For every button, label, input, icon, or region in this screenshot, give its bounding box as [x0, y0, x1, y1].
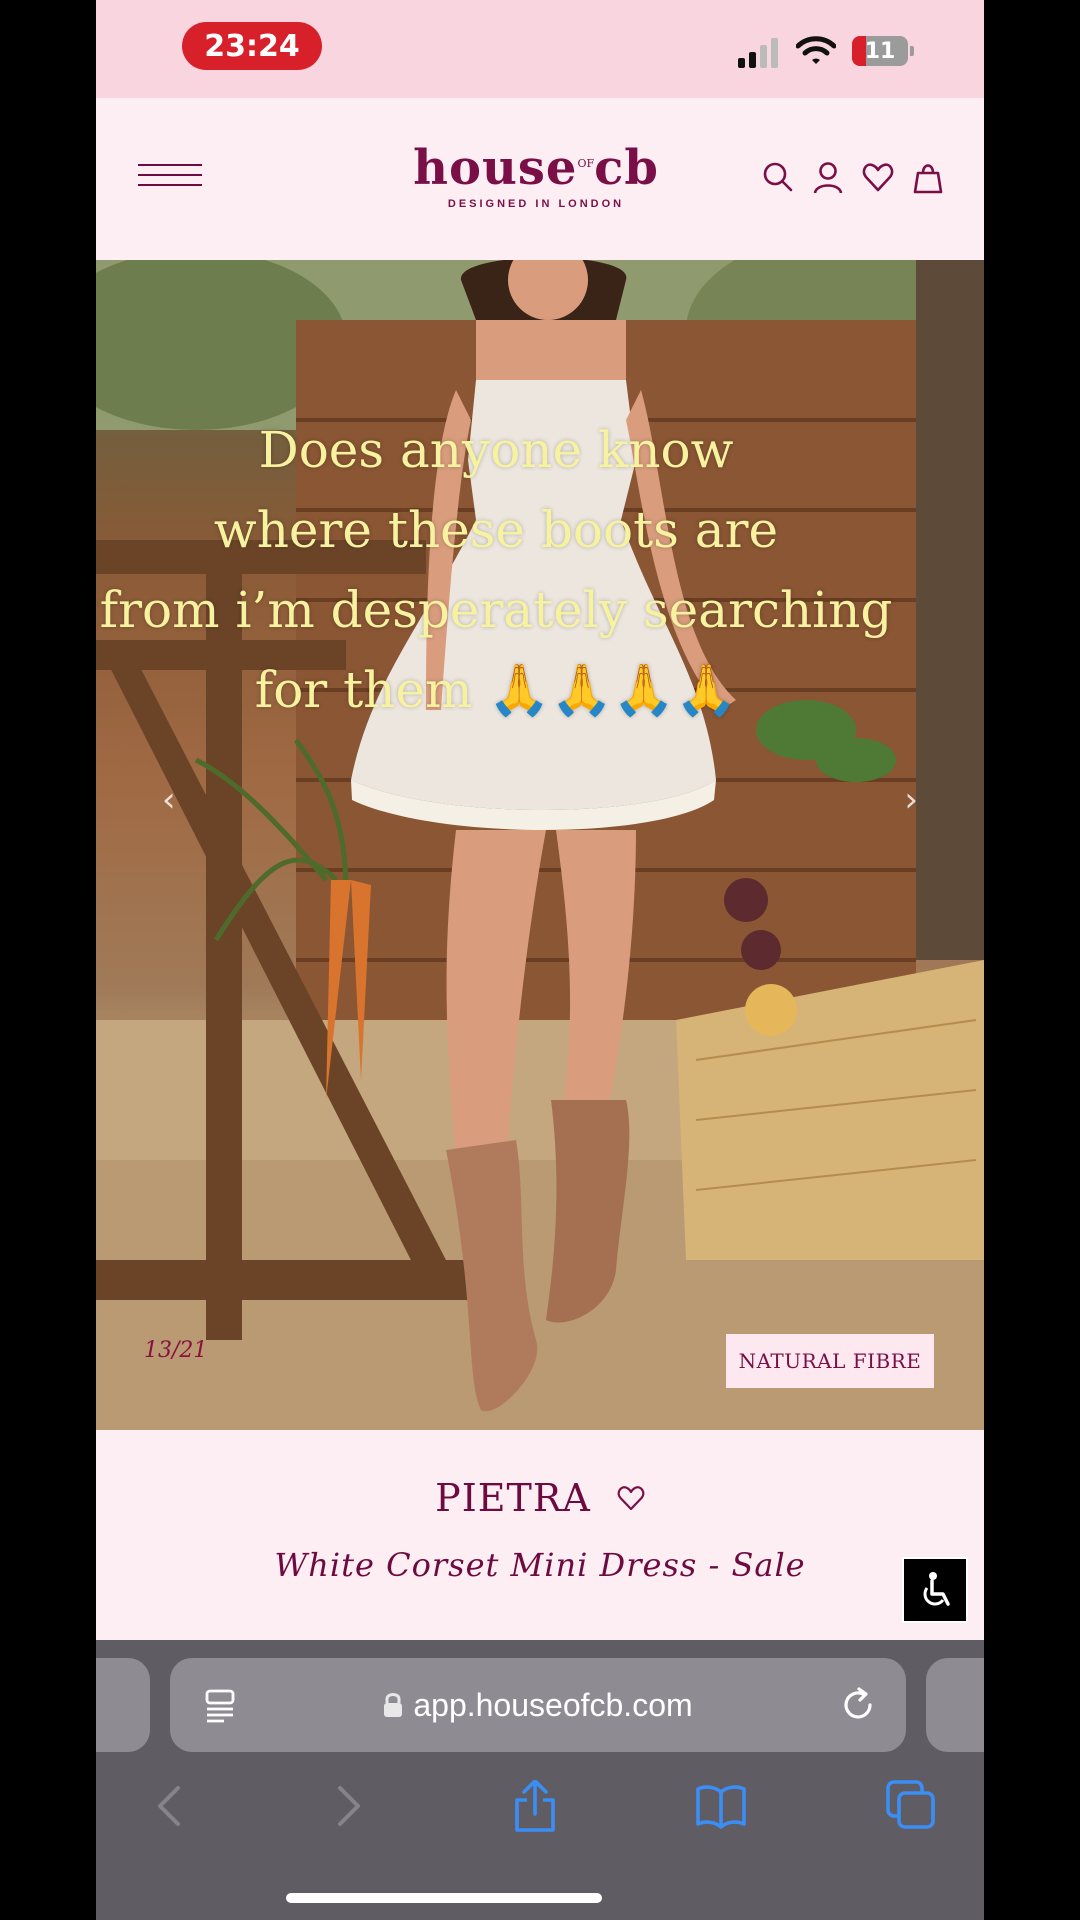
hamburger-menu-icon[interactable]	[138, 164, 202, 190]
add-to-wishlist-heart-icon[interactable]	[617, 1485, 645, 1511]
phone-screen: 23:24 11 houseOFcb DESIGNED IN LONDON Do…	[96, 0, 984, 1920]
story-overlay-text: Does anyone know where these boots are f…	[96, 410, 896, 730]
home-indicator[interactable]	[286, 1893, 602, 1903]
overlay-line: Does anyone know	[258, 421, 734, 479]
share-icon[interactable]	[510, 1779, 560, 1832]
status-time: 23:24	[182, 22, 322, 70]
accessibility-icon	[923, 1572, 950, 1606]
url-text: app.houseofcb.com	[413, 1686, 693, 1723]
site-header: houseOFcb DESIGNED IN LONDON	[96, 98, 984, 260]
logo-house-text: house	[413, 140, 578, 196]
wifi-icon	[796, 36, 836, 64]
overlay-line: where these boots are	[213, 501, 779, 559]
shopping-bag-icon[interactable]	[912, 160, 944, 194]
tabs-icon[interactable]	[886, 1780, 936, 1832]
reload-icon[interactable]	[840, 1686, 878, 1724]
cellular-signal-icon	[738, 38, 778, 68]
url-display: app.houseofcb.com	[170, 1658, 906, 1752]
logo-of-text: OF	[577, 157, 595, 170]
carousel-prev-icon[interactable]: ‹	[162, 780, 176, 820]
image-counter: 13/21	[144, 1338, 208, 1363]
battery-level: 11	[864, 38, 896, 64]
address-bar[interactable]: app.houseofcb.com	[170, 1658, 906, 1752]
carousel-next-icon[interactable]: ›	[904, 780, 918, 820]
product-name: PIETRA	[435, 1476, 591, 1520]
brand-logo[interactable]: houseOFcb DESIGNED IN LONDON	[326, 138, 746, 210]
logo-tagline: DESIGNED IN LONDON	[447, 198, 625, 210]
overlay-line: from i’m desperately searching	[99, 581, 893, 639]
forward-arrow-icon[interactable]	[322, 1780, 372, 1832]
browser-chrome: app.houseofcb.com	[96, 1640, 984, 1920]
wishlist-heart-icon[interactable]	[862, 160, 894, 194]
bookmarks-icon[interactable]	[696, 1780, 746, 1832]
next-tab-preview[interactable]	[926, 1658, 984, 1752]
battery-indicator: 11	[852, 36, 914, 66]
account-icon[interactable]	[812, 160, 844, 194]
status-bar: 23:24 11	[96, 0, 984, 98]
logo-cb-text: cb	[594, 140, 659, 196]
previous-tab-preview[interactable]	[96, 1658, 150, 1752]
product-image-carousel[interactable]: Does anyone know where these boots are f…	[96, 260, 984, 1430]
product-info: PIETRA White Corset Mini Dress - Sale	[96, 1430, 984, 1640]
product-name-row: PIETRA	[96, 1476, 984, 1520]
lock-icon	[384, 1693, 403, 1717]
back-arrow-icon[interactable]	[146, 1780, 196, 1832]
overlay-line: for them 🙏🙏🙏🙏	[254, 661, 738, 719]
header-actions	[762, 160, 944, 194]
product-description: White Corset Mini Dress - Sale	[274, 1546, 806, 1584]
browser-toolbar	[96, 1779, 984, 1860]
natural-fibre-badge: NATURAL FIBRE	[726, 1334, 934, 1388]
search-icon[interactable]	[762, 160, 794, 194]
accessibility-button[interactable]	[902, 1557, 968, 1623]
